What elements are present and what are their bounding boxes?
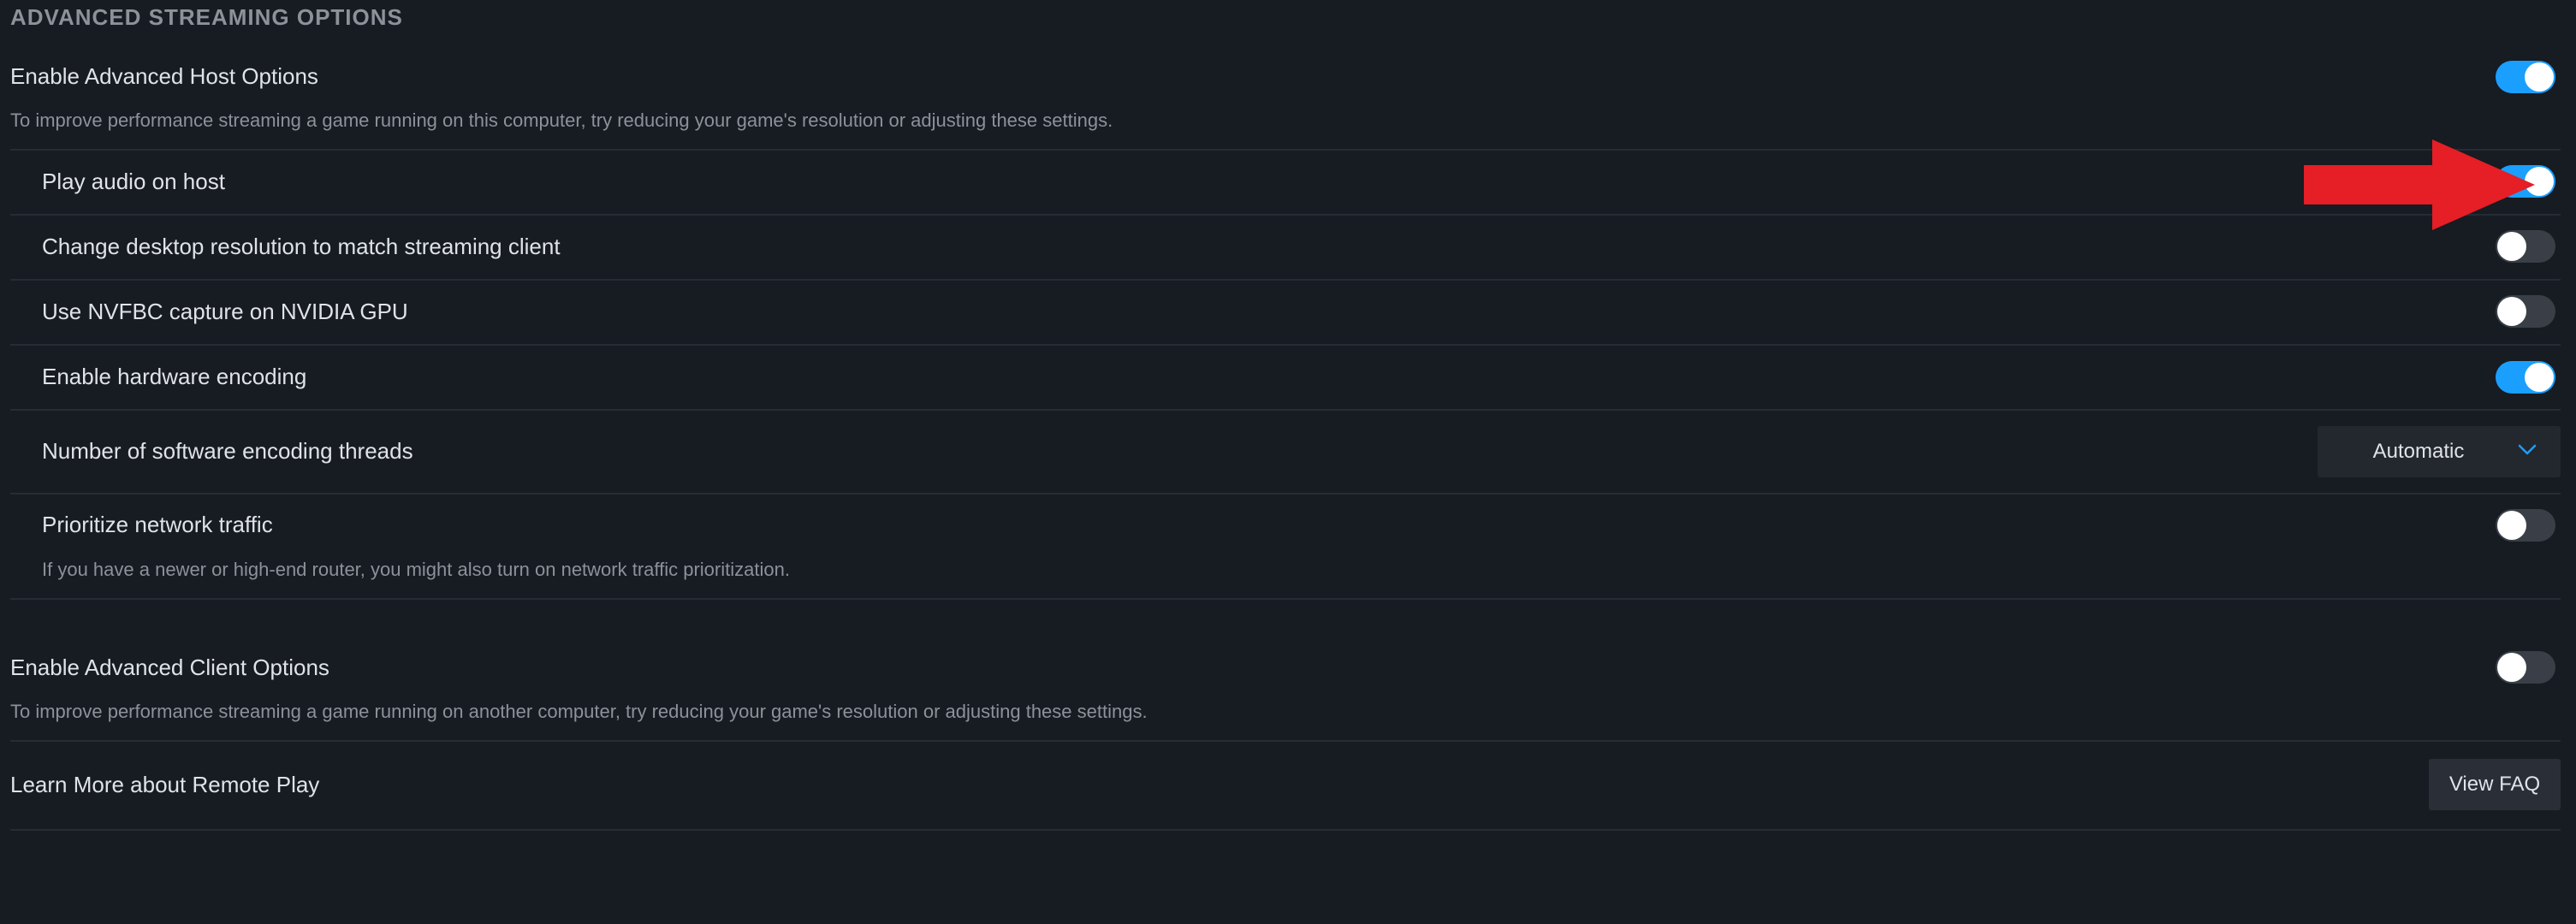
encoding-threads-selected: Automatic [2372, 440, 2465, 463]
nvfbc-capture-label: Use NVFBC capture on NVIDIA GPU [42, 299, 408, 324]
network-traffic-toggle[interactable] [2496, 509, 2555, 542]
divider [10, 598, 2561, 600]
client-options-description: To improve performance streaming a game … [10, 701, 1148, 722]
play-audio-on-host-label: Play audio on host [42, 169, 225, 194]
change-desktop-resolution-toggle[interactable] [2496, 230, 2555, 263]
view-faq-button[interactable]: View FAQ [2429, 759, 2561, 810]
network-traffic-label: Prioritize network traffic [42, 512, 273, 537]
divider [10, 214, 2561, 216]
host-options-description: To improve performance streaming a game … [10, 110, 1113, 131]
advanced-streaming-options-panel: ADVANCED STREAMING OPTIONS Enable Advanc… [0, 0, 2576, 924]
toggle-knob [2497, 297, 2526, 326]
red-arrow-icon [2304, 139, 2535, 230]
divider [10, 279, 2561, 281]
client-options-toggle[interactable] [2496, 651, 2555, 684]
divider [10, 149, 2561, 151]
hardware-encoding-toggle[interactable] [2496, 361, 2555, 394]
learn-more-label: Learn More about Remote Play [10, 772, 320, 797]
toggle-knob [2497, 511, 2526, 540]
encoding-threads-label: Number of software encoding threads [42, 438, 413, 464]
toggle-knob [2497, 653, 2526, 682]
section-title: ADVANCED STREAMING OPTIONS [10, 4, 403, 30]
hardware-encoding-label: Enable hardware encoding [42, 364, 307, 389]
nvfbc-capture-toggle[interactable] [2496, 295, 2555, 328]
toggle-knob [2497, 232, 2526, 261]
toggle-knob [2525, 62, 2554, 92]
encoding-threads-dropdown[interactable]: Automatic [2318, 426, 2561, 477]
client-options-label: Enable Advanced Client Options [10, 654, 329, 680]
divider [10, 740, 2561, 742]
divider [10, 829, 2561, 831]
chevron-down-icon [2518, 444, 2537, 455]
network-traffic-description: If you have a newer or high-end router, … [42, 559, 790, 580]
divider [10, 344, 2561, 346]
toggle-knob [2525, 363, 2554, 392]
host-options-toggle[interactable] [2496, 61, 2555, 93]
divider [10, 409, 2561, 411]
change-desktop-resolution-label: Change desktop resolution to match strea… [42, 234, 561, 259]
divider [10, 493, 2561, 495]
host-options-label: Enable Advanced Host Options [10, 63, 318, 89]
